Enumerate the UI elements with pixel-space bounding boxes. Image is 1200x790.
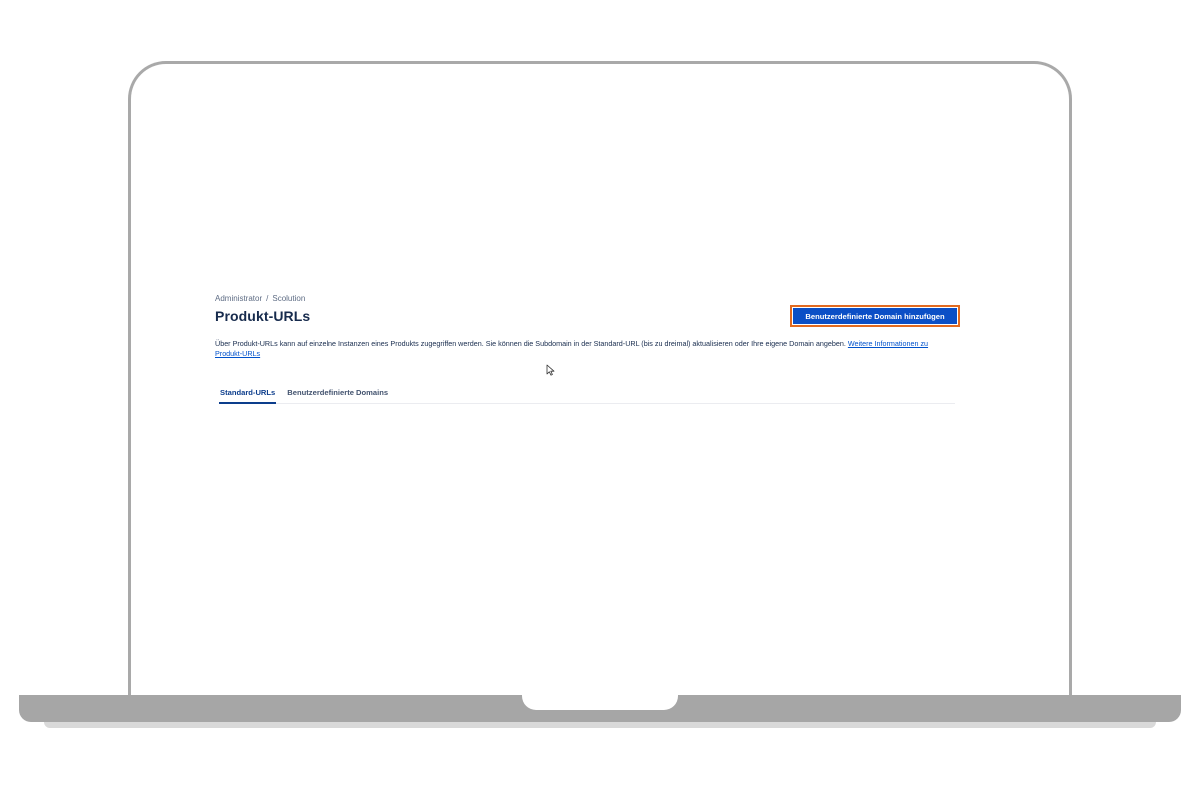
tab-custom-domains[interactable]: Benutzerdefinierte Domains (286, 388, 389, 402)
add-custom-domain-button-label: Benutzerdefinierte Domain hinzufügen (793, 308, 957, 324)
breadcrumb-separator: / (266, 294, 269, 303)
description-text: Über Produkt-URLs kann auf einzelne Inst… (215, 339, 846, 348)
page-description: Über Produkt-URLs kann auf einzelne Inst… (215, 339, 955, 359)
breadcrumb-item-scolution[interactable]: Scolution (272, 294, 305, 303)
tab-standard-urls[interactable]: Standard-URLs (219, 388, 277, 404)
add-custom-domain-button[interactable]: Benutzerdefinierte Domain hinzufügen (790, 305, 960, 327)
laptop-notch (522, 695, 678, 710)
breadcrumb-item-administrator[interactable]: Administrator (215, 294, 262, 303)
mouse-pointer-icon (546, 364, 555, 376)
laptop-frame: Administrator / Scolution Produkt-URLs Übe… (0, 0, 1200, 790)
tab-bar: Standard-URLs Benutzerdefinierte Domains (219, 388, 955, 404)
breadcrumb: Administrator / Scolution (215, 294, 955, 303)
app-screen: Administrator / Scolution Produkt-URLs Übe… (131, 64, 1069, 694)
laptop-base-shadow (44, 722, 1156, 728)
